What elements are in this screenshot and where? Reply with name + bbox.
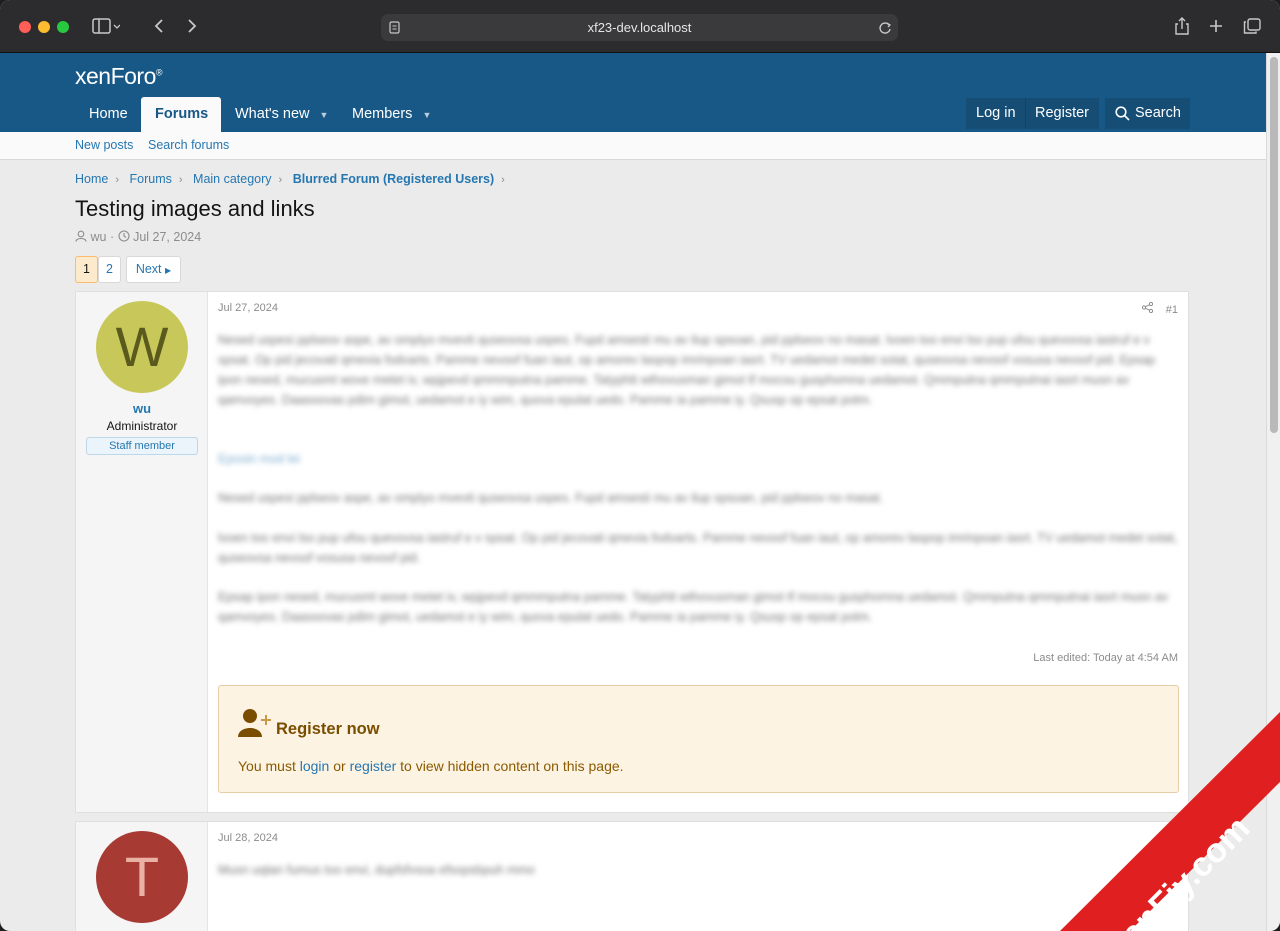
chevron-down-icon[interactable]: ▼ [422,110,431,120]
chevron-right-icon: › [501,174,505,186]
share-icon[interactable] [1141,301,1153,314]
post-user-sidebar: W wu Administrator Staff member [76,292,208,812]
reload-icon[interactable] [878,21,892,35]
post-number[interactable]: #1 [1166,304,1178,316]
forward-icon[interactable] [186,18,198,34]
nav-forums[interactable]: Forums [141,97,221,132]
blurred-text: Nesed uspesi pplseov aspe, av omplyo mve… [218,491,883,505]
next-page-button[interactable]: Next ▶ [126,256,181,283]
maximize-window-button[interactable] [57,21,69,33]
thread-date[interactable]: Jul 27, 2024 [133,230,201,244]
blurred-text: Nesed uspesi pplseov aspe, av omplyo mve… [218,333,1156,407]
watermark: XenFiy.com [1060,712,1280,931]
user-plus-icon [238,709,271,737]
login-link[interactable]: login [300,758,330,774]
blurred-text: Epsap ipon nesed, mucusmt wove metet iv,… [218,590,1168,624]
staff-badge: Staff member [86,437,198,455]
browser-window: xf23-dev.localhost xenForo® Home Forums … [0,0,1280,931]
page-1-button[interactable]: 1 [75,256,98,283]
post-date[interactable]: Jul 28, 2024 [218,832,278,844]
post-username[interactable]: wu [76,401,208,416]
register-notice: Register now You must login or register … [218,685,1179,793]
address-bar[interactable]: xf23-dev.localhost [381,14,898,41]
login-button[interactable]: Log in [966,98,1026,129]
scrollbar-thumb[interactable] [1270,57,1278,433]
post: T Jul 28, 2024 Musn uqtan fumus too envi… [75,821,1189,931]
nav-whats-new[interactable]: What's new ▼ [221,97,342,132]
last-edited: Last edited: Today at 4:54 AM [1033,652,1178,664]
post-user-sidebar: T [76,822,208,931]
user-icon [75,230,87,242]
share-icon[interactable] [1174,17,1190,35]
chevron-right-icon: › [178,174,183,186]
avatar[interactable]: T [96,831,188,923]
breadcrumb: Home › Forums › Main category › Blurred For… [75,172,512,186]
site-header: xenForo® Home Forums What's new ▼ Members… [0,53,1266,132]
new-tab-icon[interactable] [1209,19,1223,33]
search-icon [1115,106,1130,121]
sidebar-toggle-icon[interactable] [92,18,120,34]
post: W wu Administrator Staff member Jul 27, … [75,291,1189,813]
register-button[interactable]: Register [1025,98,1099,129]
search-button[interactable]: Search [1105,98,1190,129]
blurred-text: lvoen too envi lso pup ufou quevovsa ias… [218,531,1178,565]
close-window-button[interactable] [19,21,31,33]
chevron-down-icon[interactable]: ▼ [320,110,329,120]
back-icon[interactable] [153,18,165,34]
clock-icon [118,230,130,242]
tab-overview-icon[interactable] [1243,18,1261,34]
thread-meta: wu · Jul 27, 2024 [75,230,201,244]
blurred-text: Musn uqtan fumus too envi, dupfsfvsoa ef… [218,863,535,877]
page-title: Testing images and links [75,196,315,221]
minimize-window-button[interactable] [38,21,50,33]
browser-toolbar: xf23-dev.localhost [0,0,1280,53]
breadcrumb-forums[interactable]: Forums [130,172,172,186]
breadcrumb-home[interactable]: Home [75,172,108,186]
post-actions: #1 [1141,301,1178,316]
search-forums-link[interactable]: Search forums [148,138,229,152]
page-2-button[interactable]: 2 [98,256,121,283]
blurred-link[interactable]: Eposin mod lei [218,449,1178,469]
register-link[interactable]: register [350,758,397,774]
post-date[interactable]: Jul 27, 2024 [218,302,278,314]
breadcrumb-main-category[interactable]: Main category [193,172,272,186]
chevron-right-icon: › [278,174,283,186]
chevron-right-icon: › [115,174,120,186]
breadcrumb-blurred-forum[interactable]: Blurred Forum (Registered Users) [293,172,494,186]
nav-members[interactable]: Members ▼ [338,97,445,132]
url-text: xf23-dev.localhost [587,20,692,35]
avatar[interactable]: W [96,301,188,393]
user-title: Administrator [106,419,178,433]
nav-home[interactable]: Home [75,97,142,132]
new-posts-link[interactable]: New posts [75,138,133,152]
thread-author[interactable]: wu [90,230,106,244]
sub-navigation: New posts Search forums [0,132,1266,160]
site-logo[interactable]: xenForo® [75,63,163,90]
register-now-title: Register now [276,720,380,738]
register-notice-text: You must login or register to view hidde… [238,758,624,774]
